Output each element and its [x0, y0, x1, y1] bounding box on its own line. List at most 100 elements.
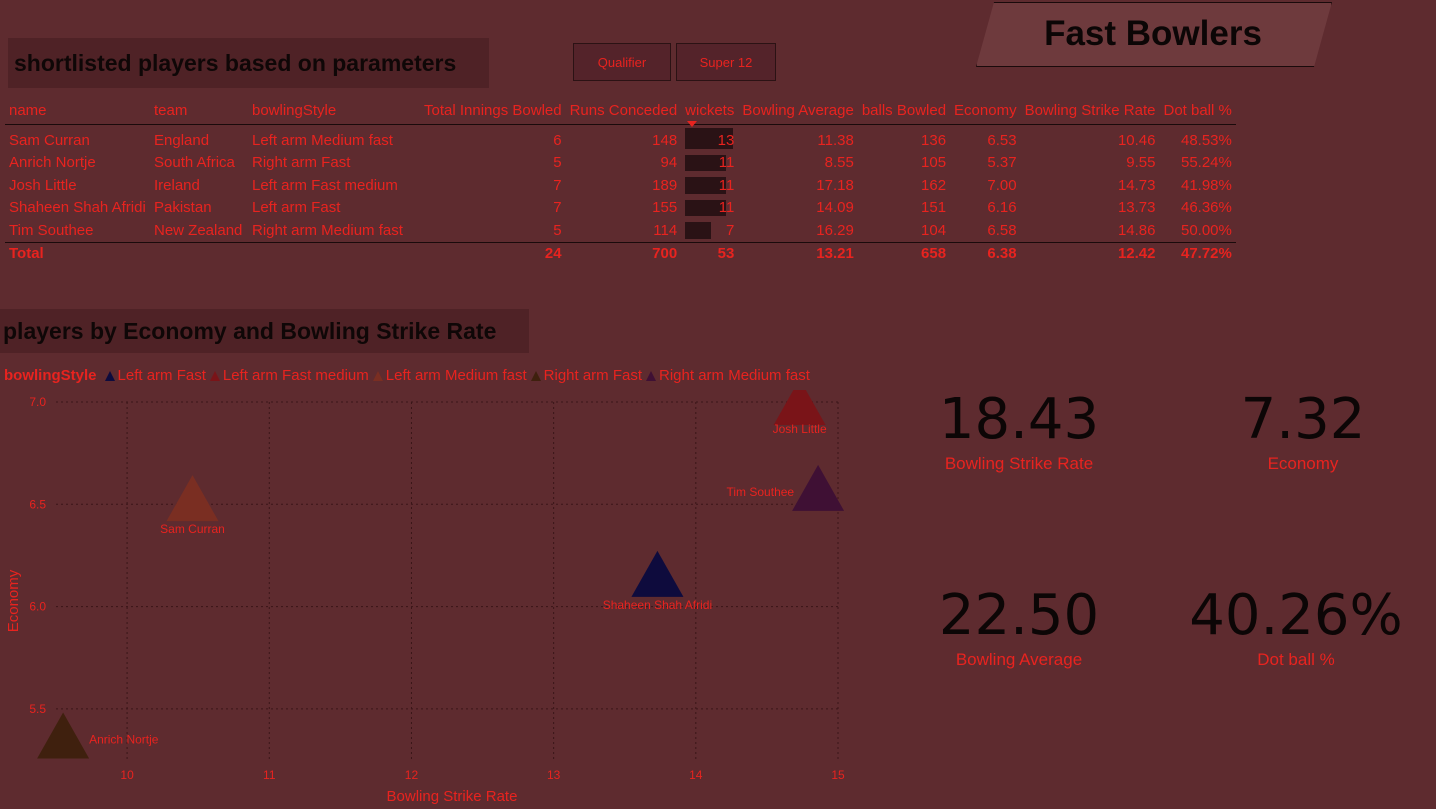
legend-item[interactable]: Right arm Fast: [530, 367, 643, 384]
table-cell: Left arm Fast: [252, 199, 341, 217]
point-label: Anrich Nortje: [89, 732, 159, 746]
kpi-dot-pct-label: Dot ball %: [1257, 650, 1335, 669]
table-cell: Right arm Fast: [252, 154, 351, 172]
triangle-marker-icon: [372, 370, 383, 381]
table-cell: 6.53: [987, 131, 1017, 149]
kpi-strike-rate-value: 18.43: [938, 387, 1100, 452]
table-cell: 8.55: [824, 154, 854, 172]
x-tick-label: 12: [405, 768, 419, 782]
table-cell: 7: [553, 199, 562, 217]
total-cell: 24: [420, 241, 566, 265]
table-row[interactable]: Anrich Nortje South Africa Right arm Fast 5…: [5, 152, 1236, 175]
col-header-strike-rate[interactable]: Bowling Strike Rate: [1020, 96, 1160, 125]
legend-item[interactable]: Right arm Medium fast: [646, 367, 810, 384]
col-header-runs[interactable]: Runs Conceded: [565, 96, 682, 125]
table-cell: 14.86: [1117, 221, 1156, 239]
legend-item-label: Left arm Medium fast: [385, 367, 527, 384]
table-cell: New Zealand: [154, 221, 243, 239]
chart-section-title: players by Economy and Bowling Strike Ra…: [0, 309, 529, 353]
table-cell: 14.09: [816, 199, 854, 217]
table-cell: 5.37: [987, 154, 1017, 172]
kpi-economy-value: 7.32: [1240, 387, 1366, 452]
cell-wickets: 11: [681, 174, 738, 197]
scatter-point: [773, 390, 826, 425]
table-row[interactable]: Shaheen Shah Afridi Pakistan Left arm Fast…: [5, 197, 1236, 220]
x-tick-label: 11: [263, 768, 276, 782]
table-row[interactable]: Tim Southee New Zealand Right arm Medium f…: [5, 219, 1236, 242]
table-cell: 50.00%: [1180, 221, 1232, 239]
legend-item-label: Right arm Medium fast: [659, 367, 810, 384]
table-cell: 151: [921, 199, 947, 217]
kpi-economy-label: Economy: [1267, 454, 1339, 473]
table-cell: Pakistan: [154, 199, 212, 217]
col-header-economy[interactable]: Economy: [950, 96, 1021, 125]
kpi-dot-pct-value: 40.26%: [1189, 583, 1403, 648]
table-cell: 16.29: [816, 221, 854, 239]
legend-item[interactable]: Left arm Fast medium: [209, 367, 369, 384]
wickets-value: 11: [718, 199, 735, 217]
kpi-average-value: 22.50: [938, 583, 1100, 648]
table-row[interactable]: Josh Little Ireland Left arm Fast medium 7 1…: [5, 174, 1236, 197]
table-cell: 9.55: [1126, 154, 1156, 172]
total-cell: 13.21: [738, 241, 858, 265]
y-axis-label: Economy: [5, 569, 22, 632]
table-cell: 7: [553, 176, 562, 194]
table-section-title: shortlisted players based on parameters: [8, 38, 489, 88]
col-header-bowling-style[interactable]: bowlingStyle: [248, 96, 420, 125]
kpi-average-card: 22.50 Bowling Average: [919, 586, 1119, 670]
col-header-team[interactable]: team: [150, 96, 248, 125]
players-table: name team bowlingStyle Total Innings Bow…: [5, 96, 1236, 265]
legend-item-label: Right arm Fast: [543, 367, 643, 384]
table-cell: England: [154, 131, 210, 149]
y-tick-label: 5.5: [29, 702, 46, 716]
table-row[interactable]: Sam Curran England Left arm Medium fast 6 14…: [5, 125, 1236, 152]
total-cell: 700: [565, 241, 682, 265]
col-header-innings[interactable]: Total Innings Bowled: [420, 96, 566, 125]
wickets-value: 11: [718, 154, 735, 172]
table-cell: Right arm Medium fast: [252, 221, 403, 239]
col-header-dot-pct[interactable]: Dot ball %: [1159, 96, 1236, 125]
col-header-balls[interactable]: balls Bowled: [857, 96, 951, 125]
legend-item-label: Left arm Fast medium: [222, 367, 369, 384]
table-cell: Ireland: [154, 176, 200, 194]
y-tick-label: 6.5: [29, 497, 46, 511]
table-total-row: Total 24 700 53 13.21 658 6.38 12.42 47.72%: [5, 241, 1236, 265]
x-tick-label: 15: [831, 768, 845, 782]
table-cell: Left arm Medium fast: [252, 131, 393, 149]
y-tick-label: 6.0: [29, 600, 46, 614]
kpi-average-label: Bowling Average: [955, 650, 1083, 669]
legend-item[interactable]: Left arm Medium fast: [372, 367, 527, 384]
x-tick-label: 10: [120, 768, 134, 782]
x-axis-label: Bowling Strike Rate: [387, 788, 518, 805]
table-cell: 6.16: [987, 199, 1017, 217]
triangle-marker-icon: [646, 370, 657, 381]
scatter-point: [37, 712, 90, 759]
table-cell: 6.58: [987, 221, 1017, 239]
total-cell: 658: [857, 241, 951, 265]
table-cell: 189: [652, 176, 678, 194]
total-cell: 53: [681, 241, 739, 265]
col-header-name[interactable]: name: [5, 96, 150, 125]
kpi-strike-rate-label: Bowling Strike Rate: [944, 454, 1094, 473]
table-cell: 136: [921, 131, 947, 149]
col-header-average[interactable]: Bowling Average: [738, 96, 858, 125]
y-tick-label: 7.0: [29, 395, 46, 409]
x-tick-label: 13: [547, 768, 561, 782]
table-cell: 155: [652, 199, 678, 217]
table-cell: 10.46: [1117, 131, 1156, 149]
slicer-qualifier-button[interactable]: Qualifier: [573, 43, 671, 81]
wickets-value: 7: [726, 221, 735, 239]
legend-item[interactable]: Left arm Fast: [104, 367, 206, 384]
total-cell: 12.42: [1020, 241, 1160, 265]
table-cell: 7.00: [987, 176, 1017, 194]
slicer-super12-button[interactable]: Super 12: [676, 43, 776, 81]
triangle-marker-icon: [104, 370, 115, 381]
kpi-dot-pct-card: 40.26% Dot ball %: [1186, 586, 1406, 670]
total-label: Total: [5, 241, 150, 265]
cell-wickets: 11: [681, 197, 738, 220]
legend-title: bowlingStyle: [4, 367, 97, 384]
table-cell: South Africa: [154, 154, 235, 172]
table-cell: 17.18: [816, 176, 854, 194]
col-header-wickets[interactable]: wickets: [681, 96, 739, 127]
chart-legend: bowlingStyle Left arm Fast Left arm Fast …: [4, 367, 812, 384]
